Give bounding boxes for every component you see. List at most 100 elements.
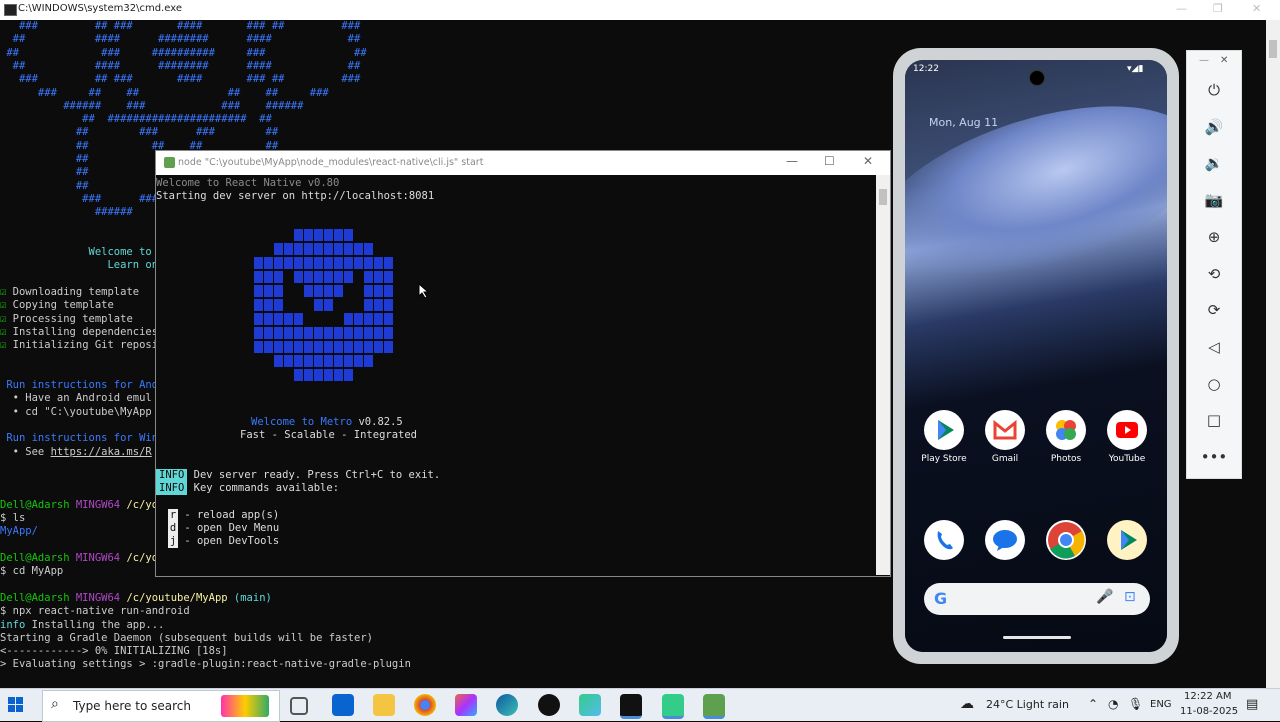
metro-logo-pixel	[354, 355, 363, 367]
task-view-icon[interactable]	[290, 697, 308, 715]
dock-messages[interactable]	[975, 520, 1035, 560]
metro-logo-pixel	[284, 257, 293, 269]
metro-logo-pixel	[274, 313, 283, 325]
metro-console[interactable]: Welcome to React Native v0.80 Starting d…	[156, 175, 876, 575]
metro-logo-pixel	[264, 327, 273, 339]
minimize-icon[interactable]: —	[1176, 2, 1187, 15]
metro-minimize-icon[interactable]: —	[786, 154, 798, 168]
metro-logo-pixel	[324, 355, 333, 367]
home-icon[interactable]: ○	[1187, 375, 1241, 393]
metro-logo-pixel	[254, 327, 263, 339]
network-icon[interactable]: ◔	[1108, 697, 1118, 711]
chrome-icon[interactable]	[414, 694, 436, 716]
app-gmail[interactable]: Gmail	[975, 410, 1035, 464]
windows-docs-link[interactable]: https://aka.ms/R	[51, 446, 152, 458]
language-indicator[interactable]: ENG	[1150, 699, 1172, 710]
volume-up-icon[interactable]: 🔊	[1187, 118, 1241, 136]
node-taskbar-icon[interactable]	[703, 694, 725, 719]
metro-titlebar[interactable]: node "C:\youtube\MyApp\node_modules\reac…	[156, 151, 890, 175]
welcome-text: Learn onc	[0, 259, 165, 272]
metro-logo-pixel	[264, 313, 273, 325]
clock-date[interactable]: 11-08-2025	[1180, 706, 1238, 717]
metro-logo-pixel	[334, 369, 343, 381]
copilot-icon[interactable]	[455, 694, 477, 716]
cmd-scrollbar[interactable]	[1266, 20, 1280, 688]
back-icon[interactable]: ◁	[1187, 338, 1241, 356]
edge-icon[interactable]	[496, 694, 518, 716]
metro-scrollbar[interactable]	[876, 175, 890, 575]
key-label: d	[168, 522, 178, 535]
metro-logo-pixel	[344, 271, 353, 283]
overview-icon[interactable]: □	[1187, 411, 1241, 429]
file-explorer-icon[interactable]	[373, 694, 395, 716]
check-icon: ☑	[0, 339, 13, 352]
taskbar-search-box[interactable]: ⌕ Type here to search	[42, 690, 280, 722]
maximize-icon[interactable]: ❐	[1213, 2, 1223, 15]
toolbar-close-icon[interactable]: ✕	[1220, 55, 1228, 66]
metro-scrollbar-thumb[interactable]	[879, 189, 887, 205]
windows-start-icon[interactable]	[8, 697, 24, 713]
lens-icon[interactable]: ⊡	[1124, 589, 1136, 605]
metro-logo-pixel	[254, 341, 263, 353]
more-icon[interactable]: •••	[1187, 448, 1241, 466]
cmd-taskbar-icon[interactable]	[620, 694, 642, 719]
check-icon: ☑	[0, 299, 13, 312]
zoom-icon[interactable]: ⊕	[1187, 228, 1241, 246]
toolbar-minimize-icon[interactable]: —	[1199, 55, 1209, 66]
node-icon	[164, 157, 175, 168]
dock-phone[interactable]	[914, 520, 974, 560]
metro-logo-pixel	[364, 341, 373, 353]
microphone-icon[interactable]: 🎙	[1128, 697, 1143, 711]
setup-step: ☑ Installing dependencies	[0, 325, 159, 338]
metro-close-icon[interactable]: ✕	[863, 154, 873, 168]
notepad-icon[interactable]	[662, 694, 684, 719]
dock-chrome[interactable]	[1036, 520, 1096, 560]
app-youtube[interactable]: YouTube	[1097, 410, 1157, 464]
camera-icon[interactable]: 📷	[1187, 191, 1241, 209]
app-photos[interactable]: Photos	[1036, 410, 1096, 464]
setup-step: ☑ Copying template	[0, 299, 114, 312]
info-badge: INFO	[156, 469, 188, 482]
android-studio-icon[interactable]	[579, 694, 601, 716]
app-play-store[interactable]: Play Store	[914, 410, 974, 464]
app-label: Play Store	[921, 454, 967, 464]
metro-logo-pixel	[344, 355, 353, 367]
key-desc: - open DevTools	[184, 535, 280, 547]
close-icon[interactable]: ✕	[1252, 2, 1261, 15]
metro-maximize-icon[interactable]: ☐	[824, 154, 835, 168]
metro-logo-pixel	[284, 313, 293, 325]
metro-logo-pixel	[354, 327, 363, 339]
info-line-1: INFO Dev server ready. Press Ctrl+C to e…	[156, 469, 440, 482]
rotate-right-icon[interactable]: ⟳	[1187, 301, 1241, 319]
clock-time[interactable]: 12:22 AM	[1184, 691, 1231, 702]
welcome-rn-text: Welcome to React Native v0.80	[156, 177, 340, 189]
metro-logo-pixel	[364, 355, 373, 367]
mail-icon[interactable]	[332, 694, 354, 716]
weather-icon[interactable]: ☁	[960, 696, 974, 712]
metro-logo-pixel	[314, 285, 323, 297]
metro-logo-pixel	[284, 327, 293, 339]
rotate-left-icon[interactable]: ⟲	[1187, 265, 1241, 283]
metro-logo-pixel	[304, 355, 313, 367]
metro-logo-pixel	[284, 243, 293, 255]
cmd-titlebar[interactable]: C:\WINDOWS\system32\cmd.exe — ❐ ✕	[0, 0, 1280, 21]
metro-logo-pixel	[364, 271, 373, 283]
google-search-bar[interactable]: G 🎤 ⊡	[924, 583, 1150, 615]
github-icon[interactable]	[538, 694, 560, 716]
gesture-nav-bar[interactable]	[1003, 636, 1071, 639]
metro-logo-pixel	[294, 327, 303, 339]
metro-window[interactable]: node "C:\youtube\MyApp\node_modules\reac…	[155, 150, 891, 577]
notifications-icon[interactable]: ▤	[1246, 697, 1258, 712]
mic-icon[interactable]: 🎤	[1096, 589, 1113, 605]
volume-down-icon[interactable]: 🔉	[1187, 154, 1241, 172]
metro-logo-pixel	[314, 271, 323, 283]
shell-output: > Evaluating settings > :gradle-plugin:r…	[0, 658, 411, 671]
power-icon[interactable]: ⏻	[1187, 81, 1241, 99]
android-emulator-phone[interactable]: 12:22 ▾◢▮ Mon, Aug 11 Play Store Gmail P…	[893, 48, 1179, 664]
phone-screen[interactable]: 12:22 ▾◢▮ Mon, Aug 11 Play Store Gmail P…	[905, 60, 1167, 652]
cmd-scrollbar-thumb[interactable]	[1269, 40, 1277, 58]
metro-logo-pixel	[364, 257, 373, 269]
dock-play-store[interactable]	[1097, 520, 1157, 560]
chevron-up-icon[interactable]: ⌃	[1088, 697, 1098, 711]
weather-text[interactable]: 24°C Light rain	[986, 698, 1069, 711]
